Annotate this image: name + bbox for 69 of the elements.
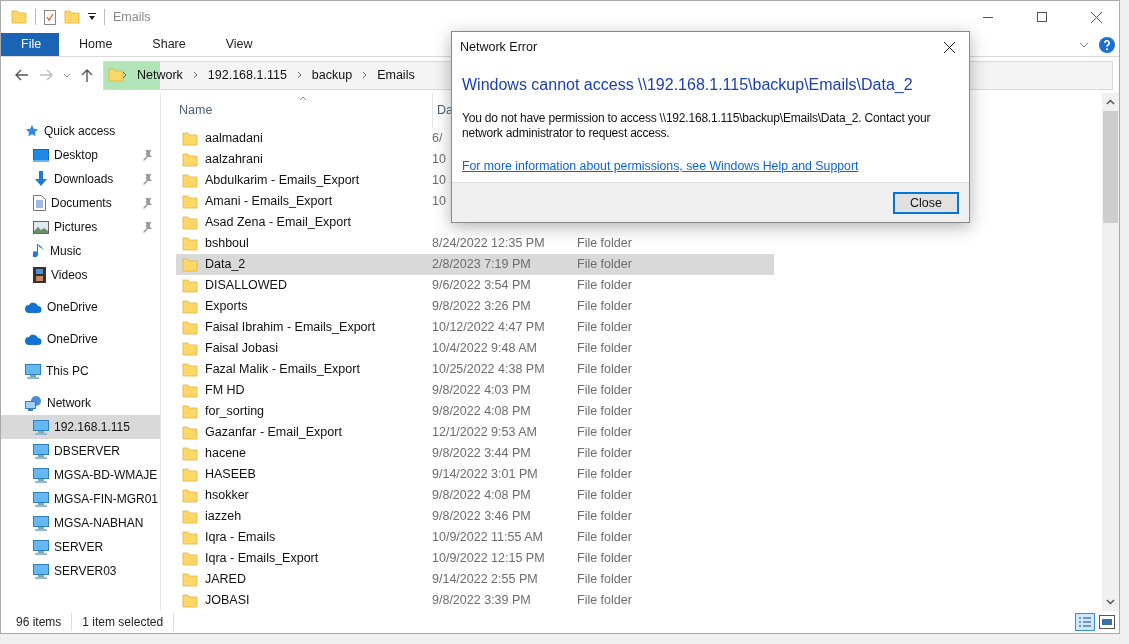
- file-name: aalmadani: [205, 130, 263, 148]
- file-name: JOBASI: [205, 592, 250, 610]
- dialog-heading: Windows cannot access \\192.168.1.115\backup\Emails\Data_2: [462, 75, 914, 95]
- date-modified: 10: [432, 151, 446, 169]
- file-type: File folder: [577, 277, 632, 295]
- file-type: File folder: [577, 592, 632, 610]
- file-name: HASEEB: [205, 466, 256, 484]
- file-name: for_sorting: [205, 403, 265, 421]
- date-modified: 2/8/2023 7:19 PM: [432, 256, 531, 274]
- file-type: File folder: [577, 340, 632, 358]
- file-name: FM HD: [205, 382, 245, 400]
- selection-status: 1 item selected: [72, 613, 175, 631]
- file-type: File folder: [577, 508, 632, 526]
- file-type: File folder: [577, 571, 632, 589]
- file-name: Data_2: [205, 256, 246, 274]
- date-modified: 10: [432, 193, 446, 211]
- file-name: hsokker: [205, 487, 249, 505]
- file-type: File folder: [577, 382, 632, 400]
- file-name: Abdulkarim - Emails_Export: [205, 172, 360, 190]
- date-modified: 6/: [432, 130, 443, 148]
- file-name: Amani - Emails_Export: [205, 193, 333, 211]
- file-type: File folder: [577, 256, 632, 274]
- date-modified: 10/25/2022 4:38 PM: [432, 361, 545, 379]
- dialog-title: Network Error: [460, 38, 539, 56]
- item-count: 96 items: [16, 613, 73, 631]
- date-modified: 9/14/2022 2:55 PM: [432, 571, 538, 589]
- dialog-message: You do not have permission to access \\192.168.1.115\backup\Emails\Data_2. Contact your network administrator to request access.: [462, 111, 932, 141]
- date-modified: 10/9/2022 12:15 PM: [432, 550, 545, 568]
- date-modified: 10/12/2022 4:47 PM: [432, 319, 545, 337]
- file-name: Iqra - Emails_Export: [205, 550, 319, 568]
- file-name: Faisal Jobasi: [205, 340, 278, 358]
- file-name: iazzeh: [205, 508, 242, 526]
- date-modified: 10/9/2022 11:55 AM: [432, 529, 543, 547]
- file-type: File folder: [577, 445, 632, 463]
- window-title: Emails: [113, 8, 151, 26]
- file-name: bshboul: [205, 235, 249, 253]
- date-modified: 9/8/2022 3:26 PM: [432, 298, 531, 316]
- file-name: JARED: [205, 571, 246, 589]
- file-name: Exports: [205, 298, 248, 316]
- date-modified: 8/24/2022 12:35 PM: [432, 235, 545, 253]
- date-modified: 9/6/2022 3:54 PM: [432, 277, 531, 295]
- file-type: File folder: [577, 487, 632, 505]
- date-modified: 9/14/2022 3:01 PM: [432, 466, 538, 484]
- date-modified: 12/1/2022 9:53 AM: [432, 424, 537, 442]
- date-modified: 9/8/2022 4:08 PM: [432, 487, 531, 505]
- date-modified: 9/8/2022 4:03 PM: [432, 382, 531, 400]
- file-type: File folder: [577, 298, 632, 316]
- date-modified: 9/8/2022 3:44 PM: [432, 445, 531, 463]
- file-name: aalzahrani: [205, 151, 263, 169]
- file-name: Fazal Malik - Emails_Export: [205, 361, 360, 379]
- date-modified: 9/8/2022 3:39 PM: [432, 592, 531, 610]
- file-name: Asad Zena - Email_Export: [205, 214, 351, 232]
- file-type: File folder: [577, 319, 632, 337]
- file-type: File folder: [577, 529, 632, 547]
- file-name: Iqra - Emails: [205, 529, 276, 547]
- file-type: File folder: [577, 361, 632, 379]
- date-modified: 9/8/2022 3:46 PM: [432, 508, 531, 526]
- file-name: DISALLOWED: [205, 277, 287, 295]
- file-type: File folder: [577, 424, 632, 442]
- file-type: File folder: [577, 235, 632, 253]
- file-type: File folder: [577, 403, 632, 421]
- file-type: File folder: [577, 550, 632, 568]
- file-name: hacene: [205, 445, 246, 463]
- file-type: File folder: [577, 466, 632, 484]
- date-modified: 9/8/2022 4:08 PM: [432, 403, 531, 421]
- file-name: Gazanfar - Email_Export: [205, 424, 342, 442]
- date-modified: 10: [432, 172, 446, 190]
- file-name: Faisal Ibrahim - Emails_Export: [205, 319, 376, 337]
- date-modified: 10/4/2022 9:48 AM: [432, 340, 537, 358]
